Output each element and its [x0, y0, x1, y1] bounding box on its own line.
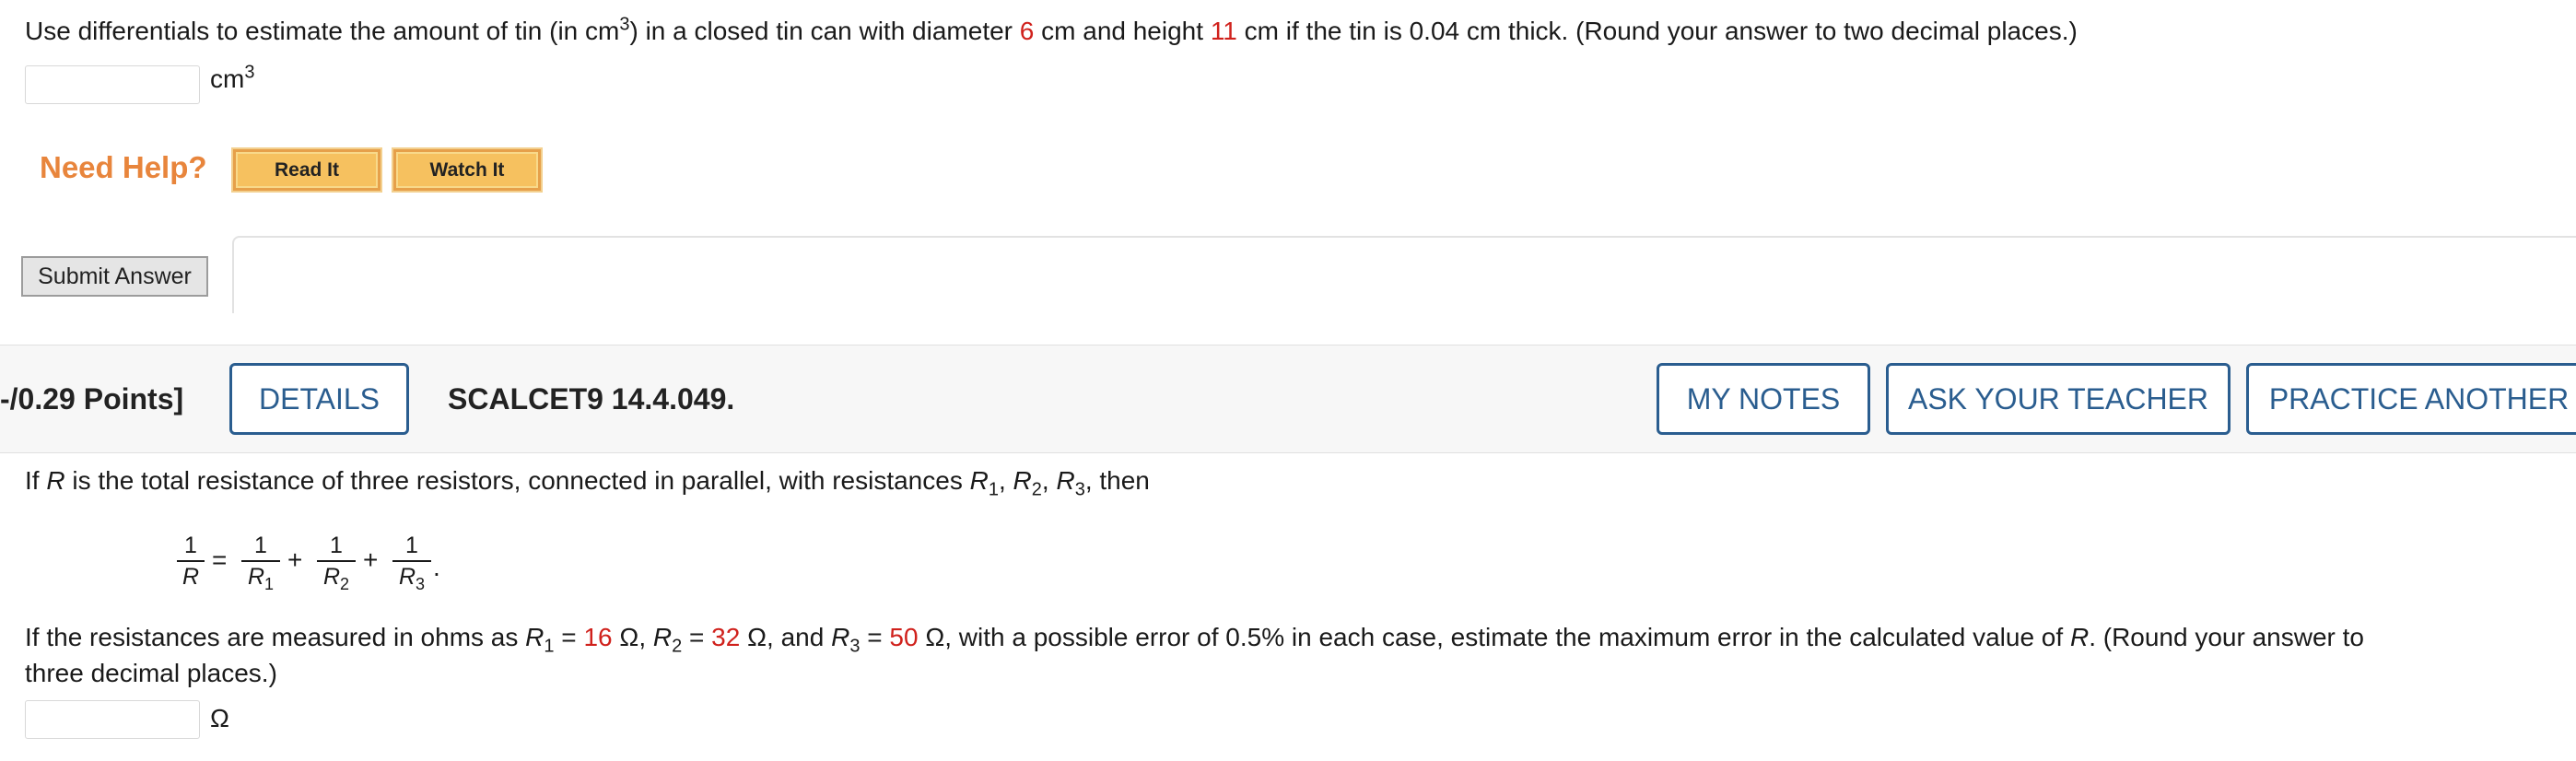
- question-header: -/0.29 Points] DETAILS SCALCET9 14.4.049…: [0, 345, 2576, 453]
- equation-period: .: [433, 553, 440, 581]
- plus-sign-1: +: [287, 545, 303, 574]
- answer-input-tin[interactable]: [25, 65, 200, 104]
- problem-id: SCALCET9 14.4.049.: [448, 382, 735, 416]
- practice-another-button[interactable]: PRACTICE ANOTHER: [2246, 363, 2576, 435]
- plus-sign-2: +: [363, 545, 379, 574]
- read-it-button[interactable]: Read It: [231, 147, 382, 193]
- ask-your-teacher-button[interactable]: ASK YOUR TEACHER: [1886, 363, 2231, 435]
- answer-unit-ohm: Ω: [210, 704, 229, 732]
- question-1-text: Use differentials to estimate the amount…: [25, 14, 2078, 45]
- fraction-lhs: 1R: [177, 531, 205, 591]
- answer-unit: cm3: [210, 62, 255, 93]
- feedback-panel: [232, 236, 2576, 313]
- question-2-line-2: three decimal places.): [25, 659, 277, 687]
- my-notes-button[interactable]: MY NOTES: [1657, 363, 1870, 435]
- height-value: 11: [1210, 17, 1237, 45]
- fraction-r2: 1 R2: [317, 531, 356, 599]
- question-2-intro: If R is the total resistance of three re…: [25, 466, 1150, 500]
- question-2-line-1: If the resistances are measured in ohms …: [25, 623, 2364, 657]
- watch-it-button[interactable]: Watch It: [392, 147, 543, 193]
- fraction-r3: 1 R3: [392, 531, 431, 599]
- r1-value: 16: [583, 623, 613, 651]
- fraction-r1: 1 R1: [241, 531, 280, 599]
- answer-input-resistance[interactable]: [25, 700, 200, 739]
- equals-sign: =: [212, 545, 228, 574]
- submit-answer-button[interactable]: Submit Answer: [21, 256, 208, 297]
- r3-value: 50: [889, 623, 919, 651]
- diameter-value: 6: [1019, 17, 1035, 45]
- r2-value: 32: [711, 623, 741, 651]
- need-help-label: Need Help?: [40, 150, 207, 184]
- details-button[interactable]: DETAILS: [229, 363, 409, 435]
- points-label: -/0.29 Points]: [0, 382, 184, 416]
